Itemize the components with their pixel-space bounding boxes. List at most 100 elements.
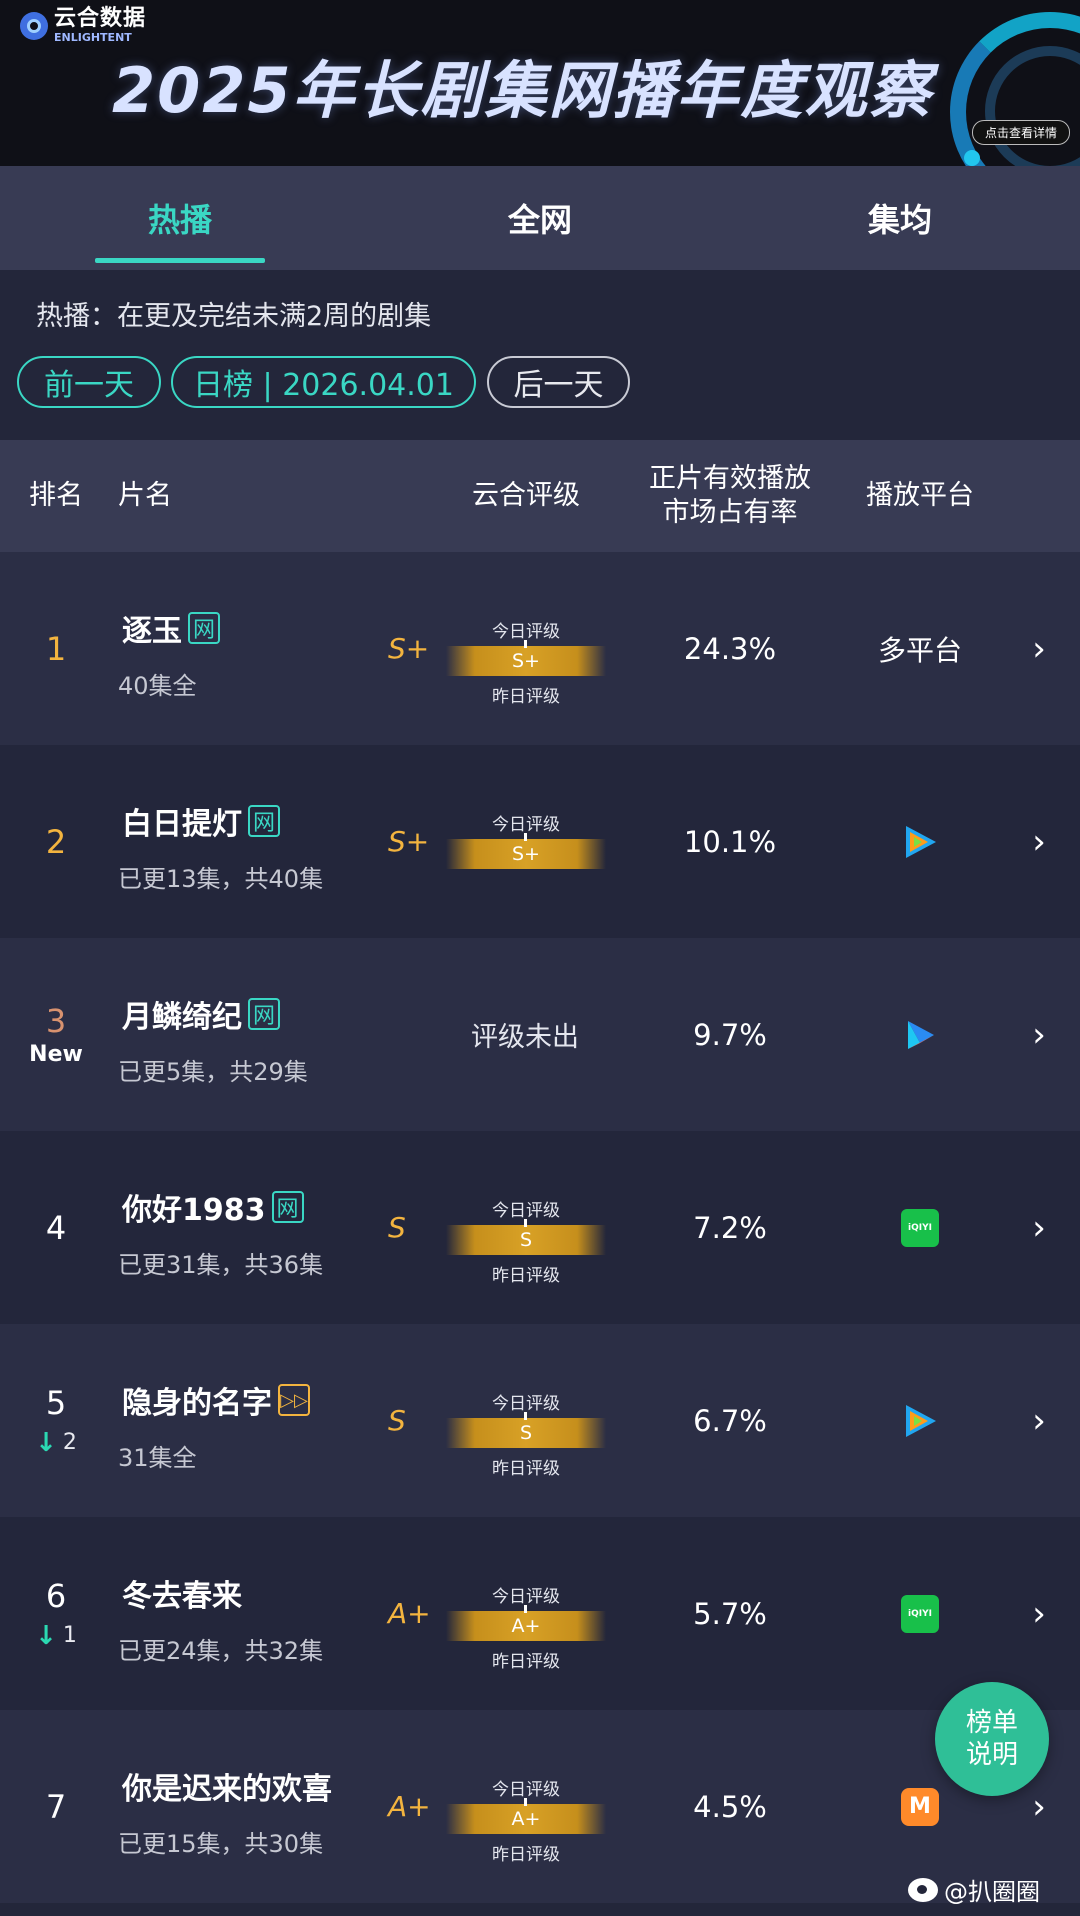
play-forward-icon: ▷▷ <box>278 1384 310 1416</box>
grade-yesterday-label: 昨日评级 <box>492 1459 560 1479</box>
logo-mark-icon <box>20 11 48 40</box>
web-series-badge: 网 <box>188 612 220 644</box>
view-details-button[interactable]: 点击查看详情 <box>972 120 1071 145</box>
chevron-right-icon[interactable]: › <box>1024 552 1054 745</box>
grade-yesterday-label: 昨日评级 <box>492 1845 560 1865</box>
grade-indicator: 今日评级 S+ 昨日评级 <box>446 552 606 745</box>
episode-info: 31集全 <box>118 1444 197 1472</box>
banner-title[interactable]: 2025年长剧集网播年度观察 <box>112 40 933 130</box>
tab-bar: 热播 全网 集均 <box>0 166 1080 270</box>
grade-today-label: 今日评级 <box>492 622 560 642</box>
market-share: 24.3% <box>683 631 777 666</box>
grade-yesterday-label: 昨日评级 <box>492 687 560 707</box>
rank-change-value: 1 <box>62 1623 77 1648</box>
grade-letter: A+ <box>388 1790 431 1823</box>
platform-cell <box>840 938 1000 1131</box>
market-share: 7.2% <box>693 1210 767 1245</box>
rank-change: ↓ 2 <box>35 1428 77 1458</box>
market-share: 4.5% <box>693 1789 767 1824</box>
brand-logo: 云合数据 ENLIGHTENT <box>20 8 146 43</box>
chevron-right-icon[interactable]: › <box>1024 1517 1054 1710</box>
episode-info: 40集全 <box>118 672 197 700</box>
table-row[interactable]: 6 ↓ 1 冬去春来 已更24集，共32集 A+ 今日评级 A+ 昨日评级 5.7% iQ… <box>0 1517 1080 1710</box>
show-title[interactable]: 你好1983 <box>122 1185 266 1229</box>
platform-name: 多平台 <box>877 633 962 667</box>
rank-cell: 3 New <box>0 938 112 1131</box>
table-row[interactable]: 4 你好1983 网已更31集，共36集 S 今日评级 S 昨日评级 7.2% iQI… <box>0 1131 1080 1324</box>
platform-cell <box>840 1324 1000 1517</box>
rank-number: 2 <box>45 822 67 861</box>
logo-name: 云合数据 <box>54 6 147 31</box>
rank-change: ↓ 1 <box>35 1621 77 1651</box>
show-title[interactable]: 隐身的名字 <box>122 1378 272 1422</box>
platform-cell: iQIYI <box>840 1517 1000 1710</box>
chevron-right-icon[interactable]: › <box>1024 938 1054 1131</box>
episode-info: 已更5集，共29集 <box>118 1058 308 1086</box>
show-title[interactable]: 逐玉 <box>122 606 182 650</box>
header-share: 正片有效播放 市场占有率 <box>620 440 840 552</box>
grade-today-label: 今日评级 <box>492 1780 560 1800</box>
rank-number: 5 <box>45 1383 67 1422</box>
table-row[interactable]: 1 逐玉网 40集全 S+ 今日评级 S+ 昨日评级 24.3% 多平台 › <box>0 552 1080 745</box>
market-share: 10.1% <box>683 824 777 859</box>
list-explanation-button[interactable]: 榜单 说明 <box>935 1682 1049 1796</box>
tab-hot[interactable]: 热播 <box>80 166 280 270</box>
table-row[interactable]: 3 New 月鳞绮纪网已更5集，共29集 评级未出 9.7% › <box>0 938 1080 1131</box>
fab-line1: 榜单 <box>965 1707 1018 1738</box>
weibo-watermark: @扒圈圈 <box>908 1872 1040 1907</box>
grade-indicator: 今日评级 S 昨日评级 <box>446 1131 606 1324</box>
grade-letter: S <box>388 1211 406 1244</box>
show-title[interactable]: 月鳞绮纪 <box>122 992 242 1036</box>
new-entry-badge: New <box>29 1042 83 1067</box>
arrow-down-icon: ↓ <box>35 1620 57 1651</box>
rank-number: 7 <box>45 1787 67 1826</box>
grade-indicator: 今日评级 S+ <box>446 745 606 938</box>
show-title[interactable]: 白日提灯 <box>122 799 242 843</box>
show-title-line: 逐玉网 <box>122 606 220 650</box>
show-title-line: 冬去春来 <box>122 1571 242 1615</box>
show-title[interactable]: 冬去春来 <box>122 1571 242 1615</box>
date-selector[interactable]: 日榜 | 2026.04.01 <box>171 356 476 408</box>
chevron-right-icon[interactable]: › <box>1024 1131 1054 1324</box>
platform-cell: iQIYI <box>840 1131 1000 1324</box>
grade-bar-value: A+ <box>511 1808 541 1830</box>
episode-info: 已更31集，共36集 <box>118 1251 324 1279</box>
active-tab-indicator <box>95 258 265 263</box>
platform-cell: 多平台 <box>840 552 1000 745</box>
web-series-badge: 网 <box>248 805 280 837</box>
tab-all-network[interactable]: 全网 <box>440 166 640 270</box>
episode-info: 已更24集，共32集 <box>118 1637 324 1665</box>
tab-per-episode[interactable]: 集均 <box>800 166 1000 270</box>
table-row[interactable]: 5 ↓ 2 隐身的名字 ▷▷ 31集全 S 今日评级 S 昨日评级 6.7% › <box>0 1324 1080 1517</box>
prev-day-button[interactable]: 前一天 <box>17 356 161 408</box>
grade-bar-value: S <box>519 1422 533 1444</box>
show-title[interactable]: 你是迟来的欢喜 <box>122 1764 332 1808</box>
table-row[interactable]: 2 白日提灯网已更13集，共40集 S+ 今日评级 S+ 10.1% › <box>0 745 1080 938</box>
chevron-right-icon[interactable]: › <box>1024 745 1054 938</box>
grade-indicator: 今日评级 A+ 昨日评级 <box>446 1710 606 1903</box>
grade-pending: 评级未出 <box>471 1022 579 1053</box>
web-series-badge: 网 <box>271 1191 304 1223</box>
decor-dot-icon <box>964 150 980 166</box>
grade-today-label: 今日评级 <box>492 815 560 835</box>
next-day-button[interactable]: 后一天 <box>487 356 630 408</box>
tencent-video-icon <box>906 1404 936 1437</box>
watermark-text: @扒圈圈 <box>944 1878 1040 1906</box>
rank-number: 6 <box>45 1576 67 1615</box>
grade-bar-value: S+ <box>512 650 540 672</box>
rank-cell: 1 <box>0 552 112 745</box>
grade-today-label: 今日评级 <box>492 1394 560 1414</box>
grade-bar-value: S+ <box>512 843 540 865</box>
market-share: 5.7% <box>693 1596 767 1631</box>
rank-number: 4 <box>45 1208 67 1247</box>
grade-letter: A+ <box>388 1597 431 1630</box>
chevron-right-icon[interactable]: › <box>1024 1324 1054 1517</box>
table-header: 排名 片名 云合评级 正片有效播放 市场占有率 播放平台 <box>0 440 1080 552</box>
episode-info: 已更15集，共30集 <box>118 1830 324 1858</box>
market-share: 6.7% <box>693 1403 767 1438</box>
platform-cell <box>840 745 1000 938</box>
show-title-line: 月鳞绮纪网 <box>122 992 280 1036</box>
show-title-line: 你好1983 网 <box>122 1185 304 1229</box>
market-share: 9.7% <box>693 1017 767 1052</box>
grade-indicator: 今日评级 S 昨日评级 <box>446 1324 606 1517</box>
